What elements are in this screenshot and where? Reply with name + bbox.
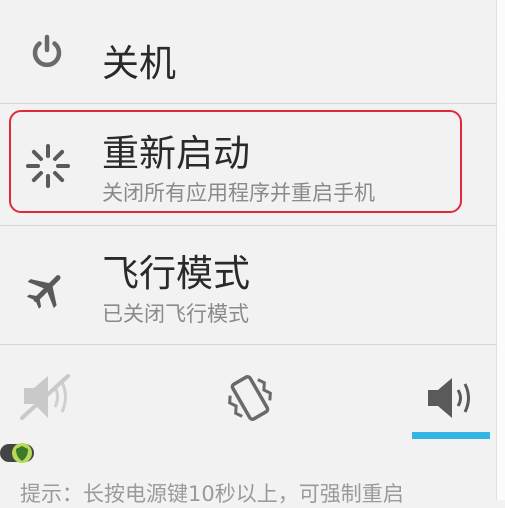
airplane-icon	[25, 268, 67, 314]
airplane-mode-label: 飞行模式	[102, 252, 250, 295]
selected-indicator-bar	[412, 432, 490, 439]
power-menu-dialog: 关机 重新启动 关闭所有应用程序并重启手机 飞行模式 已关闭飞行模式 提示：长按…	[0, 0, 505, 506]
sound-mode-silent-button[interactable]	[0, 345, 165, 440]
speaker-muted-icon	[18, 370, 80, 428]
airplane-mode-status: 已关闭飞行模式	[102, 302, 249, 326]
shield-badge-icon	[0, 438, 36, 472]
menu-item-airplane-mode[interactable]: 飞行模式 已关闭飞行模式	[0, 226, 497, 344]
hint-text: 提示：长按电源键10秒以上，可强制重启	[20, 482, 404, 506]
vibrate-icon	[222, 370, 278, 430]
sound-mode-on-button[interactable]	[330, 345, 497, 440]
dialog-edge	[496, 0, 505, 500]
power-off-label: 关机	[102, 42, 176, 85]
menu-item-power-off[interactable]: 关机	[0, 0, 497, 103]
power-icon	[30, 34, 64, 74]
reboot-highlight-frame	[9, 110, 462, 213]
sound-mode-vibrate-button[interactable]	[165, 345, 330, 440]
speaker-on-icon	[424, 374, 480, 426]
